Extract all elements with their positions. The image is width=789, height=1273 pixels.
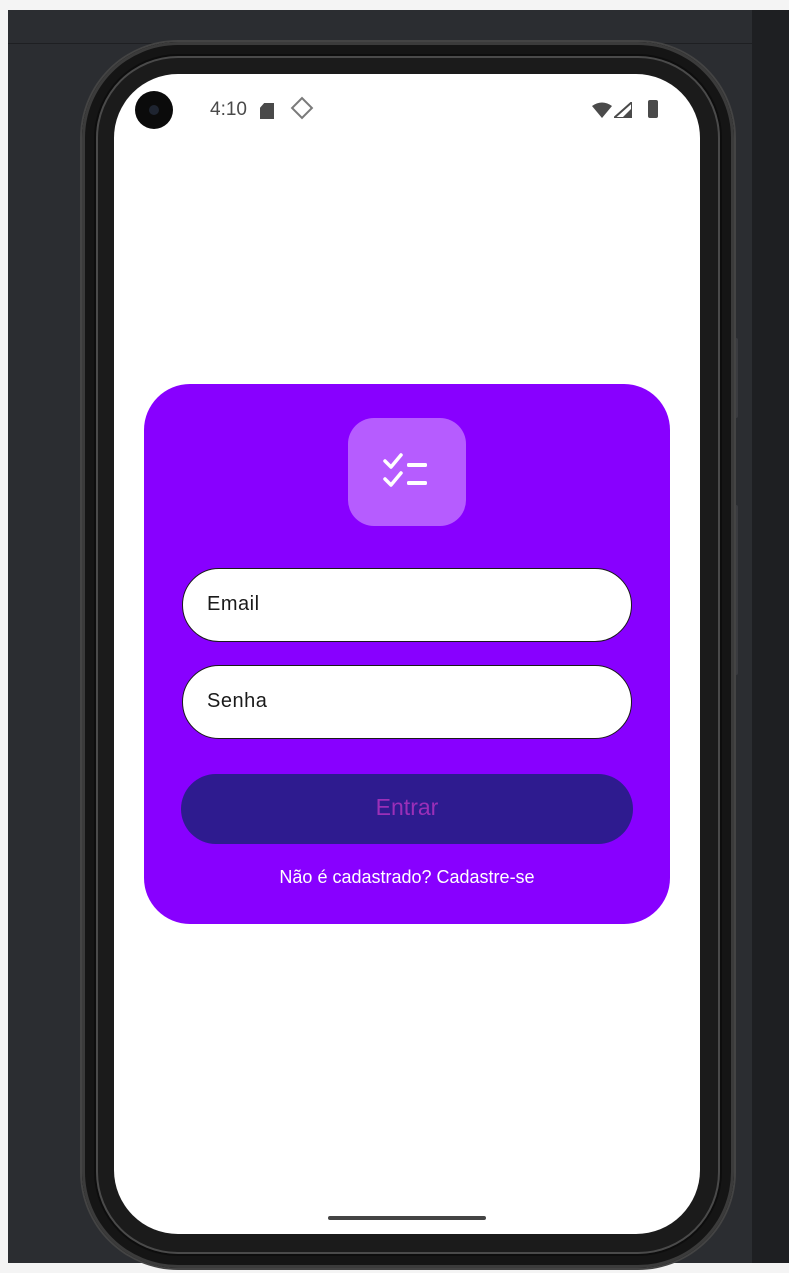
ide-toolbar [8, 10, 752, 44]
status-time: 4:10 [210, 99, 247, 120]
password-field[interactable]: Senha [182, 665, 632, 739]
signal-icon [614, 102, 632, 118]
login-button-label: Entrar [375, 794, 439, 820]
device-screen: 4:10 Email Senha Entrar Não é cadastrado… [114, 74, 700, 1234]
checklist-icon [383, 453, 427, 487]
gesture-nav-handle[interactable] [328, 1216, 486, 1220]
signup-link[interactable]: Não é cadastrado? Cadastre-se [144, 867, 670, 888]
login-card: Email Senha Entrar Não é cadastrado? Cad… [144, 384, 670, 924]
phone-volume-button [734, 505, 738, 675]
diamond-icon [290, 96, 314, 120]
password-placeholder: Senha [207, 690, 268, 712]
app-logo [348, 418, 466, 526]
email-placeholder: Email [207, 593, 260, 615]
email-field[interactable]: Email [182, 568, 632, 642]
camera-lens [149, 105, 159, 115]
sd-card-icon [260, 103, 274, 119]
phone-power-button [734, 338, 738, 418]
front-camera [135, 91, 173, 129]
battery-icon [648, 100, 658, 118]
ide-side-panel [752, 10, 789, 1263]
login-button[interactable]: Entrar [181, 774, 633, 844]
wifi-icon [592, 102, 612, 118]
